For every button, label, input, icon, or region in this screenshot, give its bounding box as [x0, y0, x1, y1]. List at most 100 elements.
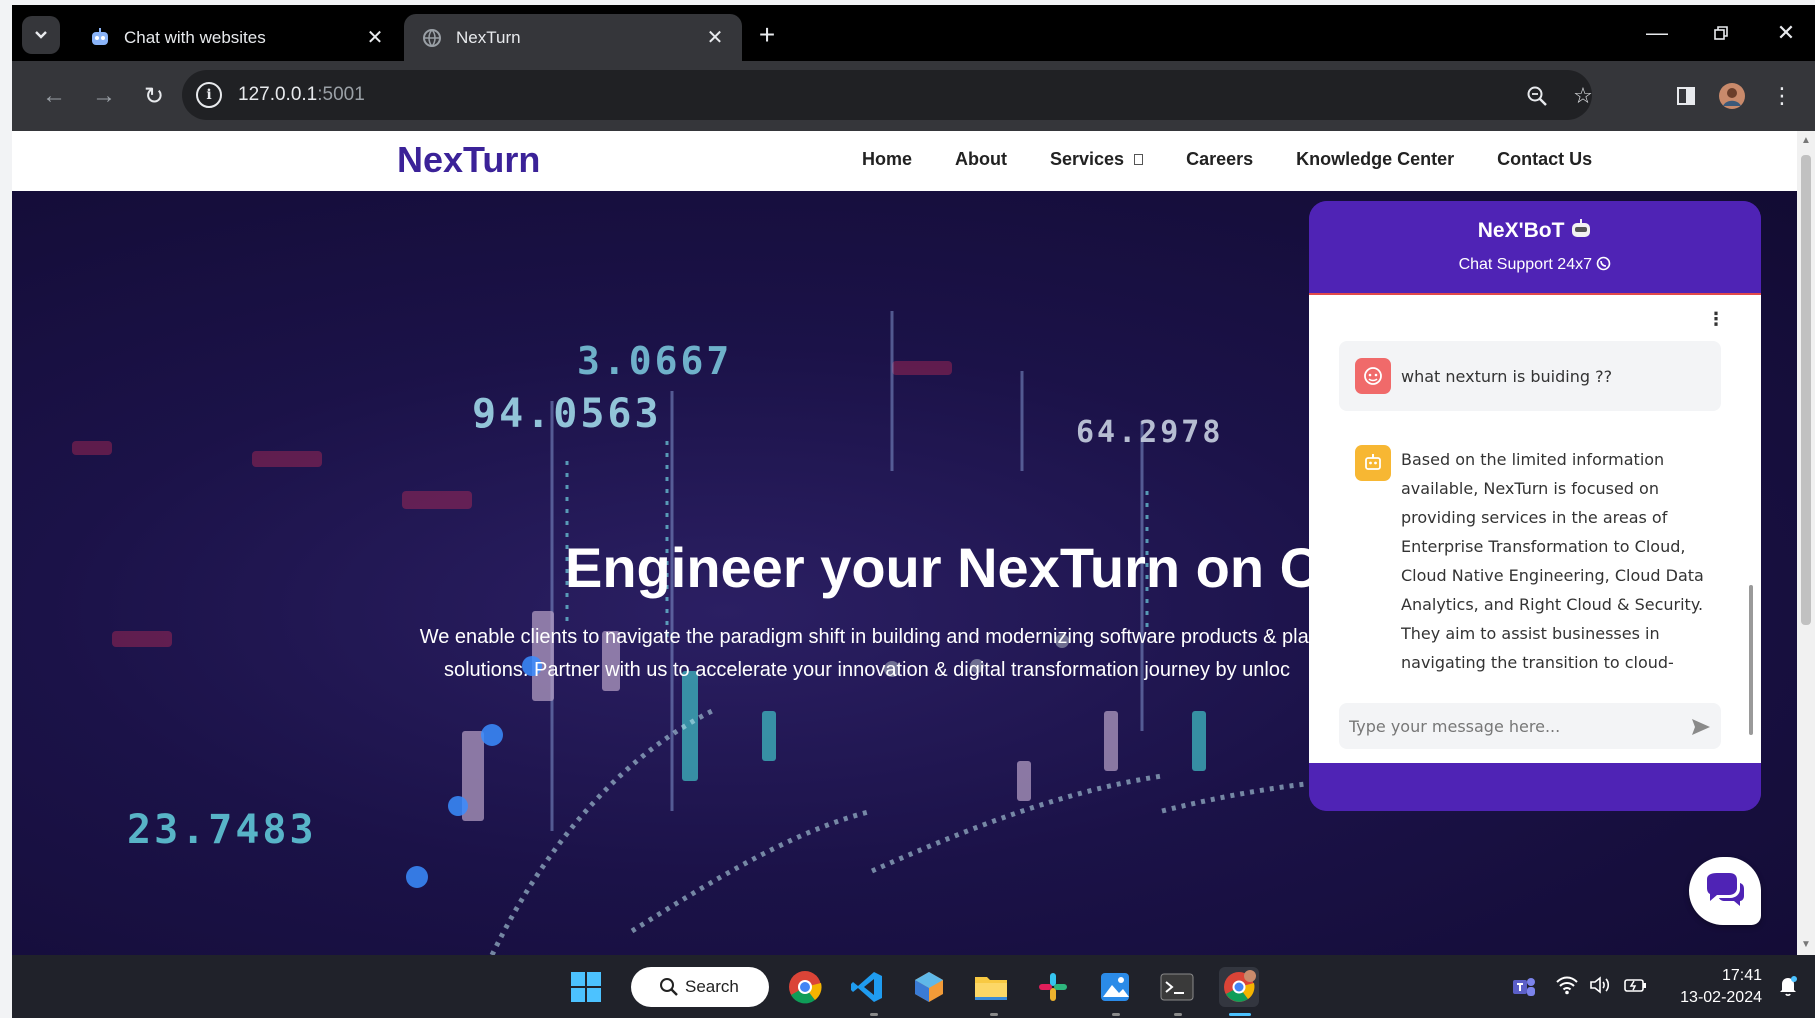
file-explorer-icon[interactable] [971, 967, 1011, 1007]
scroll-down-arrow-icon[interactable]: ▼ [1801, 939, 1811, 950]
chatbot-title: NeX'BoT [1309, 219, 1761, 243]
windows-taskbar: Search 17:41 13-02-2024 [12, 955, 1815, 1018]
tab-title: Chat with websites [124, 27, 266, 47]
wifi-icon[interactable] [1555, 975, 1579, 1000]
scrollbar-thumb[interactable] [1801, 155, 1811, 625]
user-message-text: what nexturn is buiding ?? [1401, 366, 1613, 386]
site-logo[interactable]: NexTurn [397, 139, 540, 181]
user-avatar-icon [1355, 358, 1391, 394]
minimize-icon[interactable]: — [1637, 15, 1677, 51]
hero-number: 23.7483 [127, 807, 317, 853]
browser-toolbar: ← → ↻ i 127.0.0.1:5001 ☆ ⋮ [12, 61, 1815, 131]
terminal-app-icon[interactable] [1157, 967, 1197, 1007]
site-nav: Home About Services Careers Knowledge Ce… [862, 149, 1635, 170]
bot-message-text: Based on the limited information availab… [1401, 450, 1704, 672]
chatbot-footer [1309, 763, 1761, 811]
taskbar-search-label: Search [685, 977, 739, 996]
search-icon [660, 978, 678, 996]
hero-subtitle-line: solutions. Partner with us to accelerate… [443, 659, 1290, 681]
running-indicator [1174, 1013, 1182, 1016]
chat-toggle-button[interactable] [1689, 857, 1761, 925]
send-icon[interactable] [1687, 713, 1715, 741]
page-scrollbar[interactable]: ▲ ▼ [1797, 131, 1815, 955]
tab-search-button[interactable] [22, 16, 60, 54]
nav-contact-us[interactable]: Contact Us [1497, 149, 1592, 170]
tab-strip: Chat with websites ✕ NexTurn ✕ + — ✕ [12, 5, 1815, 61]
browser-menu-icon[interactable]: ⋮ [1764, 78, 1800, 114]
tab-title: NexTurn [456, 27, 521, 47]
bot-message: Based on the limited information availab… [1355, 445, 1735, 677]
site-header: NexTurn Home About Services Careers Know… [12, 131, 1797, 191]
chrome-profile-app-icon[interactable] [1219, 967, 1259, 1007]
whatsapp-icon [1597, 256, 1611, 271]
clock-time: 17:41 [1721, 967, 1762, 984]
address-bar[interactable]: i 127.0.0.1:5001 ☆ [182, 70, 1593, 120]
scroll-up-arrow-icon[interactable]: ▲ [1801, 135, 1811, 146]
browser-window: Chat with websites ✕ NexTurn ✕ + — ✕ ← →… [12, 5, 1815, 955]
chatbot-subtitle-text: Chat Support 24x7 [1458, 256, 1592, 273]
vscode-app-icon[interactable] [847, 967, 887, 1007]
user-message: what nexturn is buiding ?? [1339, 341, 1721, 411]
close-window-icon[interactable]: ✕ [1766, 15, 1806, 51]
photos-app-icon[interactable] [1095, 967, 1135, 1007]
clock-date: 13-02-2024 [1680, 989, 1762, 1006]
chat-scrollbar[interactable] [1749, 585, 1753, 735]
nav-careers[interactable]: Careers [1186, 149, 1253, 170]
profile-avatar[interactable] [1714, 78, 1750, 114]
new-tab-button[interactable]: + [749, 17, 785, 53]
chat-message-input[interactable] [1339, 703, 1721, 749]
hero-title: Engineer your NexTurn on Cl [565, 536, 1336, 599]
nav-services[interactable]: Services [1050, 149, 1144, 170]
windows-start-icon[interactable] [566, 967, 606, 1007]
hero-number: 64.2978 [1076, 415, 1224, 450]
notification-bell-icon[interactable] [1778, 975, 1798, 1002]
hero-subtitle: We enable clients to navigate the paradi… [402, 621, 1332, 687]
chatbot-title-text: NeX'BoT [1477, 219, 1565, 242]
chat-bubbles-icon [1707, 873, 1744, 906]
active-app-indicator [1229, 1013, 1251, 1016]
robot-icon [1572, 219, 1591, 237]
chatbot-widget: NeX'BoT Chat Support 24x7 ⋮ what nexturn… [1309, 201, 1761, 811]
volume-icon[interactable] [1589, 975, 1613, 1000]
back-arrow-icon[interactable]: ← [36, 78, 72, 114]
tab-nexturn[interactable]: NexTurn ✕ [404, 14, 742, 61]
nav-knowledge-center[interactable]: Knowledge Center [1296, 149, 1454, 170]
tab-chat-with-websites[interactable]: Chat with websites ✕ [72, 14, 402, 61]
restore-icon[interactable] [1701, 15, 1741, 51]
nav-services-label: Services [1050, 149, 1125, 169]
forward-arrow-icon[interactable]: → [86, 78, 122, 114]
robot-favicon-icon [88, 26, 112, 50]
url-host: 127.0.0.1 [238, 84, 318, 105]
side-panel-icon[interactable] [1668, 78, 1704, 114]
chatbot-header: NeX'BoT Chat Support 24x7 [1309, 201, 1761, 293]
chat-options-icon[interactable]: ⋮ [1707, 309, 1725, 330]
teams-tray-icon[interactable] [1504, 967, 1544, 1007]
zoom-icon[interactable] [1520, 79, 1554, 113]
dropdown-caret-icon [1134, 154, 1144, 165]
nav-home[interactable]: Home [862, 149, 912, 170]
close-tab-icon[interactable]: ✕ [364, 27, 386, 49]
close-tab-icon[interactable]: ✕ [704, 27, 726, 49]
url-port: :5001 [317, 84, 365, 105]
taskbar-search[interactable]: Search [631, 967, 769, 1007]
taskbar-clock[interactable]: 17:41 13-02-2024 [1667, 965, 1762, 1009]
bot-avatar-icon [1355, 445, 1391, 481]
screen-left-edge [0, 0, 12, 1018]
running-indicator [1112, 1013, 1120, 1016]
running-indicator [870, 1013, 878, 1016]
reload-icon[interactable]: ↻ [136, 78, 172, 114]
globe-icon [420, 26, 444, 50]
nav-about[interactable]: About [955, 149, 1007, 170]
site-info-icon[interactable]: i [196, 82, 222, 108]
chatbot-body: ⋮ what nexturn is buiding ?? Based on th… [1309, 293, 1761, 763]
hero-subtitle-line: We enable clients to navigate the paradi… [419, 626, 1315, 648]
chevron-down-icon [35, 31, 47, 39]
hero-number: 3.0667 [577, 339, 733, 383]
slack-app-icon[interactable] [1033, 967, 1073, 1007]
battery-icon[interactable] [1623, 975, 1649, 1000]
chatbot-subtitle: Chat Support 24x7 [1309, 256, 1761, 274]
page-viewport: NexTurn Home About Services Careers Know… [12, 131, 1815, 955]
cube-app-icon[interactable] [909, 967, 949, 1007]
chrome-app-icon[interactable] [785, 967, 825, 1007]
bookmark-star-icon[interactable]: ☆ [1566, 79, 1600, 113]
